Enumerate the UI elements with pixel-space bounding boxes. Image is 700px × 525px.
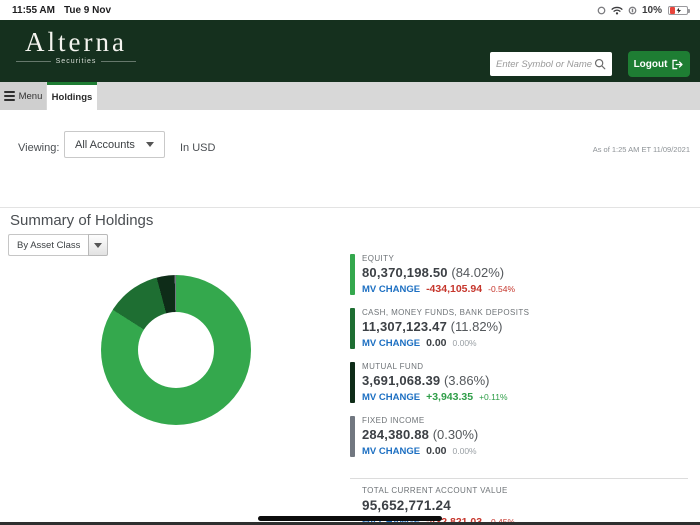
as-of-timestamp: As of 1:25 AM ET 11/09/2021 (592, 145, 690, 154)
mv-change-percent: 0.00% (452, 338, 477, 348)
logout-icon (672, 59, 684, 69)
logo-rule-left (16, 61, 51, 62)
chevron-down-icon (88, 234, 109, 256)
donut-chart (101, 275, 251, 425)
currency-label: In USD (180, 142, 216, 154)
summary-title: Summary of Holdings (10, 212, 154, 229)
symbol-search-input[interactable] (496, 58, 594, 70)
viewing-label: Viewing: (18, 142, 60, 154)
brand-subtitle: Securities (55, 58, 97, 65)
mv-change-value: 0.00 (426, 337, 447, 349)
chevron-down-icon (146, 142, 154, 147)
holdings-legend: EQUITY 80,370,198.50 (84.02%) MV CHANGE … (350, 254, 690, 470)
charging-bolt-icon (675, 7, 683, 14)
legend-item-equity: EQUITY 80,370,198.50 (84.02%) MV CHANGE … (350, 254, 690, 295)
mv-change-value: +3,943.35 (426, 391, 474, 403)
asset-class-label: FIXED INCOME (362, 416, 425, 425)
total-divider (350, 478, 688, 479)
tab-holdings[interactable]: Holdings (47, 82, 97, 110)
mv-change-value: 0.00 (426, 445, 447, 457)
legend-item-fixed-income: FIXED INCOME 284,380.88 (0.30%) MV CHANG… (350, 416, 690, 457)
status-bar: 11:55 AM Tue 9 Nov 10% (0, 0, 700, 20)
total-label: TOTAL CURRENT ACCOUNT VALUE (362, 486, 508, 495)
asset-class-label: MUTUAL FUND (362, 362, 424, 371)
home-indicator[interactable] (258, 516, 442, 521)
asset-percent: (11.82%) (450, 319, 503, 334)
asset-value: 80,370,198.50 (362, 265, 448, 280)
mv-change-label: MV CHANGE (362, 338, 421, 349)
account-selector-value: All Accounts (75, 138, 135, 151)
rotation-lock-icon (597, 6, 606, 15)
asset-percent: (84.02%) (451, 265, 505, 280)
asset-percent: (3.86%) (443, 373, 490, 388)
account-selector[interactable]: All Accounts (64, 131, 165, 158)
tab-bar: Menu Holdings (0, 82, 700, 110)
wifi-icon (611, 6, 623, 15)
legend-color-bar (350, 362, 355, 403)
logout-label: Logout (633, 58, 668, 70)
mv-change-label: MV CHANGE (362, 284, 421, 295)
asset-class-label: CASH, MONEY FUNDS, BANK DEPOSITS (362, 308, 530, 317)
legend-color-bar (350, 416, 355, 457)
mv-change-percent: +0.11% (479, 392, 508, 402)
orientation-lock-icon (628, 6, 637, 15)
mv-change-label: MV CHANGE (362, 446, 421, 457)
legend-color-bar (350, 308, 355, 349)
asset-class-label: EQUITY (362, 254, 395, 263)
menu-label: Menu (18, 90, 43, 102)
symbol-search (490, 52, 612, 76)
battery-icon (668, 5, 690, 15)
donut-hole (138, 312, 214, 388)
asset-value: 284,380.88 (362, 427, 430, 442)
mv-change-percent: 0.00% (452, 446, 477, 456)
brand-logo: Alterna Securities (16, 27, 137, 65)
clock-date: Tue 9 Nov (63, 4, 112, 16)
mv-change-percent: -0.54% (488, 284, 516, 294)
hamburger-icon (3, 89, 15, 103)
section-divider (0, 207, 700, 208)
logo-rule-right (101, 61, 137, 62)
mv-change-label: MV CHANGE (362, 392, 421, 403)
clock-time: 11:55 AM (12, 4, 55, 16)
mv-change-value: -434,105.94 (426, 283, 483, 295)
brand-name: Alterna (25, 27, 127, 57)
asset-value: 11,307,123.47 (362, 319, 448, 334)
legend-color-bar (350, 254, 355, 295)
battery-percent: 10% (641, 4, 662, 16)
app-screen: 11:55 AM Tue 9 Nov 10% Alterna Securitie… (0, 0, 700, 525)
legend-item-mutual-fund: MUTUAL FUND 3,691,068.39 (3.86%) MV CHAN… (350, 362, 690, 403)
logout-button[interactable]: Logout (628, 51, 690, 77)
asset-value: 3,691,068.39 (362, 373, 441, 388)
menu-button[interactable]: Menu (0, 82, 46, 110)
search-icon[interactable] (594, 58, 606, 70)
group-by-selector[interactable]: By Asset Class (8, 234, 109, 256)
app-header: Alterna Securities Logout Last Login: No… (0, 20, 700, 95)
group-by-value: By Asset Class (8, 234, 89, 256)
legend-item-cash: CASH, MONEY FUNDS, BANK DEPOSITS 11,307,… (350, 308, 690, 349)
total-value: 95,652,771.24 (362, 498, 451, 513)
asset-percent: (0.30%) (432, 427, 479, 442)
